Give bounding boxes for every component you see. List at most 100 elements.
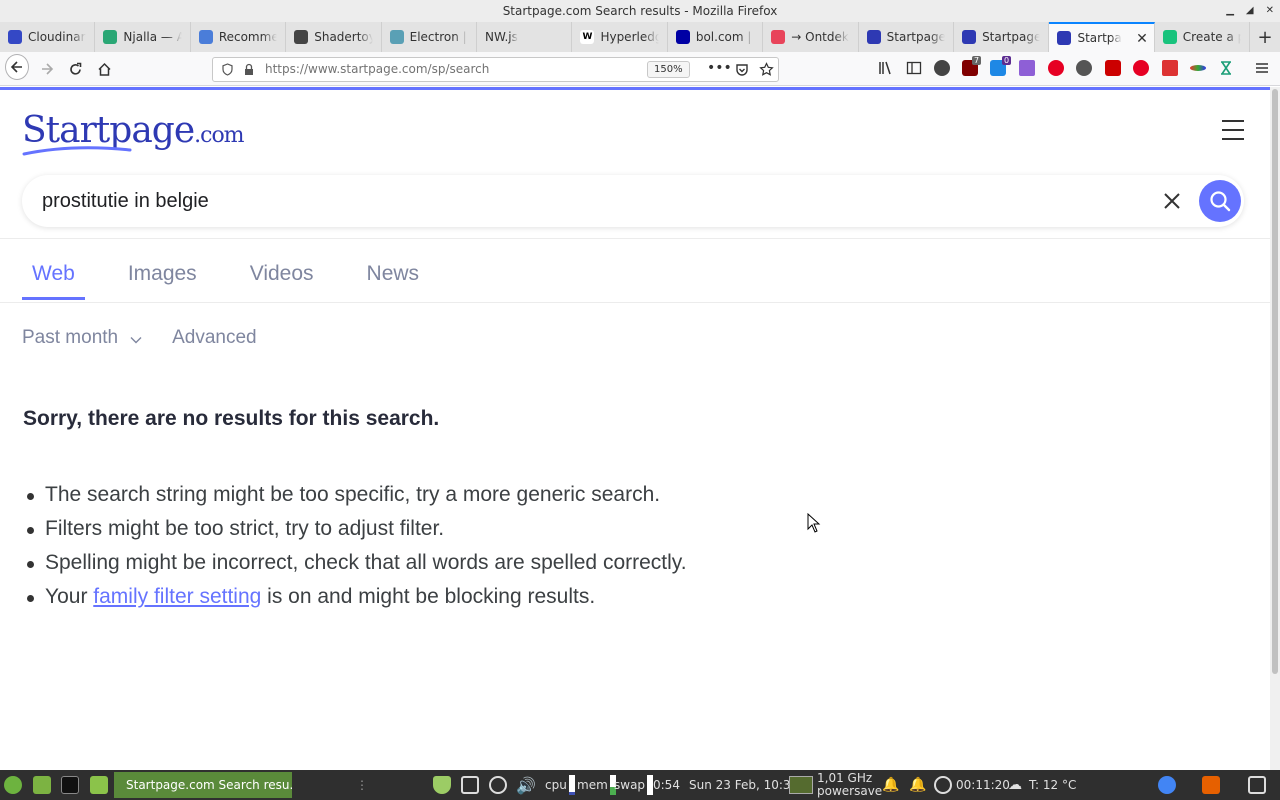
firefox-tray-icon[interactable] — [1202, 770, 1220, 800]
terminal-icon[interactable] — [61, 770, 79, 800]
show-desktop-icon[interactable] — [33, 770, 51, 800]
notification-bell-2-icon[interactable]: 🔔 — [909, 770, 926, 800]
tab-images[interactable]: Images — [118, 262, 207, 300]
tab-label: Startpage — [886, 30, 946, 44]
library-icon[interactable] — [878, 60, 894, 76]
cpu-monitor: cpu — [545, 770, 575, 800]
zoom-level-badge[interactable]: 150% — [647, 61, 690, 78]
logo-text: Startpage — [22, 110, 195, 151]
time-filter-dropdown[interactable]: Past month — [22, 327, 142, 349]
browser-tab[interactable]: W Hyperledg — [572, 22, 668, 52]
taskbar-separator: ⋮ — [356, 778, 368, 792]
pinterest-icon[interactable] — [1048, 60, 1064, 76]
cpu-governor: powersave — [817, 784, 883, 798]
browser-tab[interactable]: Njalla — A — [95, 22, 191, 52]
search-icon — [1210, 191, 1231, 212]
temperature: T: 12 °C — [1029, 778, 1077, 792]
shield-icon[interactable] — [221, 63, 234, 76]
sidebar-icon[interactable] — [906, 60, 922, 76]
browser-tab[interactable]: Startpage — [954, 22, 1050, 52]
tip-text-before: Your — [45, 585, 94, 608]
desktop-switcher-icon[interactable] — [1248, 770, 1266, 800]
page-content: Startpage.com Web Images Videos News Pas… — [0, 87, 1270, 770]
restore-icon[interactable]: ◢ — [1246, 0, 1254, 22]
tab-favicon-icon — [294, 30, 309, 44]
tab-label: Electron | E — [409, 30, 468, 44]
back-button[interactable] — [5, 54, 29, 80]
advanced-filter-link[interactable]: Advanced — [172, 327, 257, 349]
browser-tab[interactable]: Recommen — [191, 22, 287, 52]
cube-extension-icon[interactable] — [1019, 60, 1035, 76]
close-tab-icon[interactable]: ✕ — [1136, 31, 1148, 47]
tab-label: bol.com | B — [695, 30, 754, 44]
clear-search-icon[interactable] — [1162, 191, 1182, 211]
tab-label: Hyperledg — [600, 30, 659, 44]
search-box — [22, 175, 1244, 227]
hourglass-icon[interactable] — [1218, 60, 1234, 76]
browser-tab[interactable]: NW.js — [477, 22, 573, 52]
url-bar[interactable]: https://www.startpage.com/sp/search 150%… — [212, 57, 779, 82]
startpage-logo[interactable]: Startpage.com — [22, 110, 245, 151]
os-taskbar: Startpage.com Search resu... ⋮ 🔊 cpu mem… — [0, 770, 1280, 800]
search-button[interactable] — [1199, 180, 1241, 222]
taskbar-window-firefox[interactable]: Startpage.com Search resu... — [114, 772, 292, 798]
browser-tab[interactable]: Startpage — [859, 22, 955, 52]
home-button[interactable] — [92, 57, 116, 81]
minimize-icon[interactable]: ▁ — [1226, 0, 1234, 22]
browser-tab[interactable]: Cloudinary — [0, 22, 96, 52]
power-icon[interactable] — [489, 770, 507, 800]
browser-tab[interactable]: Shadertoy — [286, 22, 382, 52]
url-text[interactable]: https://www.startpage.com/sp/search — [265, 62, 489, 76]
browser-tab[interactable]: Startpa ✕ — [1049, 22, 1155, 52]
tab-favicon-icon — [1162, 30, 1177, 44]
clock[interactable]: Sun 23 Feb, 10:35 — [689, 770, 798, 800]
chrome-tray-icon[interactable] — [1158, 770, 1176, 800]
notification-bell-icon[interactable]: 🔔 — [882, 770, 899, 800]
browser-tab[interactable]: → Ontdek — [763, 22, 859, 52]
monitor-graph-icon[interactable] — [789, 770, 813, 800]
security-shield-icon[interactable] — [433, 770, 451, 800]
weather-icon[interactable]: ☁ — [1008, 770, 1022, 800]
window-tray-icon[interactable] — [461, 770, 479, 800]
search-input[interactable] — [42, 186, 1142, 216]
reload-button[interactable] — [63, 57, 87, 81]
forward-button[interactable] — [35, 57, 59, 81]
volume-icon[interactable]: 🔊 — [516, 770, 536, 800]
browser-tab[interactable]: Create a p — [1155, 22, 1251, 52]
window-controls: ▁ ◢ ✕ — [1226, 0, 1274, 22]
family-filter-link[interactable]: family filter setting — [93, 585, 261, 608]
close-window-icon[interactable]: ✕ — [1266, 0, 1274, 22]
page-actions-icon[interactable]: ••• — [707, 60, 732, 76]
no-results-heading: Sorry, there are no results for this sea… — [23, 407, 440, 430]
tab-favicon-icon: W — [580, 30, 595, 44]
mem-monitor: mem — [577, 770, 616, 800]
files-icon[interactable] — [90, 770, 108, 800]
page-scrollbar[interactable] — [1270, 87, 1280, 770]
color-extension-icon[interactable] — [1190, 65, 1206, 71]
menu-icon[interactable] — [1254, 60, 1270, 76]
tab-news[interactable]: News — [357, 262, 430, 300]
gear-extension-icon[interactable] — [1076, 60, 1092, 76]
lock-icon[interactable] — [243, 63, 255, 76]
tab-favicon-icon — [1057, 31, 1072, 45]
adblock-plus-icon[interactable] — [1105, 60, 1121, 76]
start-menu-button[interactable] — [4, 770, 22, 800]
shield-extension-icon[interactable] — [1162, 60, 1178, 76]
tab-label: → Ontdek — [791, 30, 849, 44]
tab-favicon-icon — [866, 30, 881, 44]
hamburger-menu-icon[interactable] — [1222, 120, 1244, 140]
account-icon[interactable] — [934, 60, 950, 76]
tab-favicon-icon — [675, 30, 690, 44]
scrollbar-thumb[interactable] — [1272, 89, 1278, 674]
mem-label: mem — [577, 778, 608, 792]
tab-web[interactable]: Web — [22, 262, 85, 300]
bookmark-star-icon[interactable] — [759, 62, 774, 77]
new-tab-button[interactable]: + — [1250, 22, 1280, 52]
tab-videos[interactable]: Videos — [240, 262, 324, 300]
timer-icon[interactable] — [934, 770, 952, 800]
pinterest-save-icon[interactable] — [1133, 60, 1149, 76]
pocket-icon[interactable] — [735, 63, 749, 77]
tab-label: Shadertoy — [314, 30, 373, 44]
browser-tab[interactable]: Electron | E — [382, 22, 478, 52]
browser-tab[interactable]: bol.com | B — [668, 22, 764, 52]
